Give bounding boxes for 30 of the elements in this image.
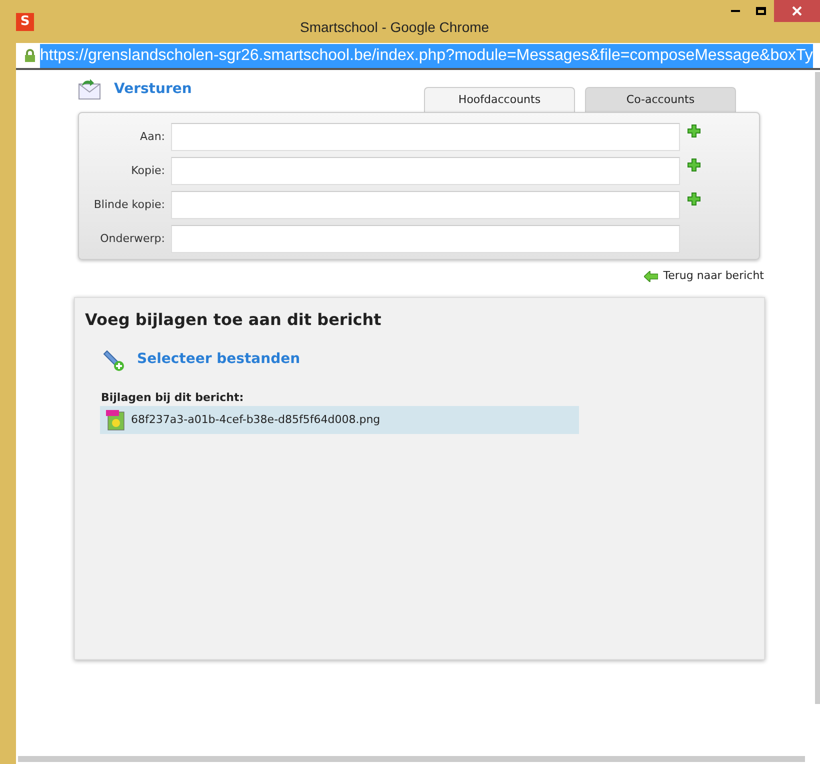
horizontal-scrollbar[interactable] — [18, 756, 805, 762]
file-row[interactable]: 68f237a3-a01b-4cef-b38e-d85f5f64d008.png — [100, 406, 579, 434]
tab[interactable]: Co-accounts — [585, 87, 736, 112]
input-field[interactable] — [171, 225, 680, 253]
tab[interactable]: Hoofdaccounts — [424, 87, 575, 112]
close-button[interactable] — [774, 0, 820, 22]
field-label: Aan: — [139, 128, 166, 145]
app-logo-icon: S — [16, 12, 34, 30]
envelope-icon — [78, 78, 102, 100]
add-icon[interactable] — [687, 192, 701, 206]
back-arrow-icon — [644, 270, 658, 282]
select-files-link[interactable]: Selecteer bestanden — [137, 349, 300, 370]
window-title: Smartschool - Google Chrome — [300, 18, 490, 37]
section-title: Voeg bijlagen toe aan dit bericht — [85, 308, 382, 330]
add-icon[interactable] — [687, 124, 701, 138]
input-field[interactable] — [171, 191, 680, 219]
field-label: Blinde kopie: — [92, 196, 166, 213]
image-file-icon — [105, 409, 125, 431]
input-field[interactable] — [171, 123, 680, 151]
page-title: Versturen — [114, 80, 192, 98]
field-label: Kopie: — [130, 162, 166, 179]
back-link[interactable]: Terug naar bericht — [663, 268, 764, 284]
input-field[interactable] — [171, 157, 680, 185]
vertical-scrollbar[interactable] — [815, 72, 820, 704]
close-icon — [792, 6, 802, 16]
add-icon[interactable] — [687, 158, 701, 172]
field-label: Onderwerp: — [99, 230, 166, 247]
attachments-label: Bijlagen bij dit bericht: — [101, 390, 245, 406]
file-name: 68f237a3-a01b-4cef-b38e-d85f5f64d008.png — [131, 412, 380, 428]
lock-icon — [24, 48, 36, 63]
